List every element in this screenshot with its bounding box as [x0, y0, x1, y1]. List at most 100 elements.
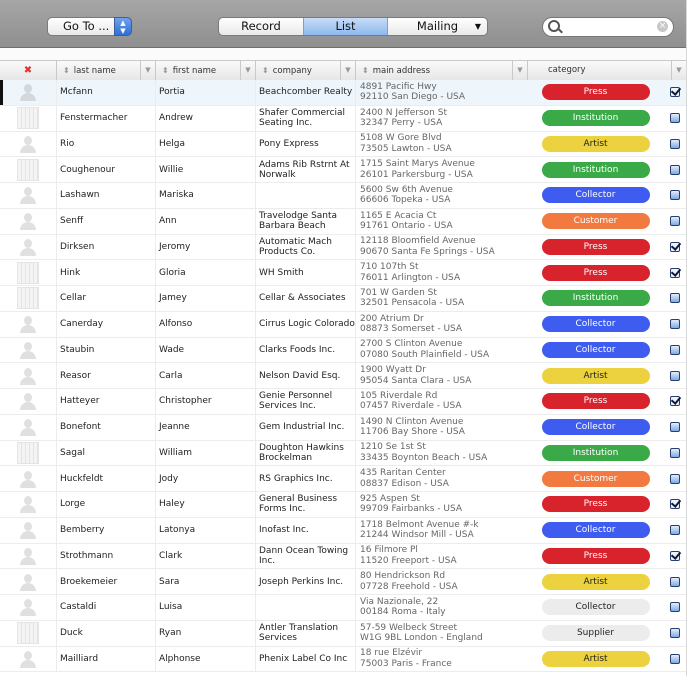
category-badge[interactable]: Artist	[541, 367, 650, 384]
table-row[interactable]: Castaldi Luisa Via Nazionale, 22 00184 Roma…	[0, 595, 686, 621]
search-field[interactable]: ×	[542, 17, 674, 37]
first-name-cell[interactable]: Latonya	[156, 517, 256, 543]
company-cell[interactable]	[256, 183, 356, 208]
row-checkbox[interactable]	[669, 473, 680, 484]
last-name-cell[interactable]: Broekemeier	[57, 569, 156, 594]
first-name-cell[interactable]: Alfonso	[156, 311, 256, 337]
column-menu-icon[interactable]: ▼	[240, 61, 255, 80]
table-row[interactable]: Reasor Carla Nelson David Esq. 1900 Wyatt D…	[0, 363, 686, 389]
last-name-cell[interactable]: Duck	[57, 620, 156, 646]
address-cell[interactable]: 1210 Se 1st St 33435 Boynton Beach - USA	[356, 441, 528, 466]
row-checkbox[interactable]	[669, 319, 680, 330]
row-checkbox[interactable]	[669, 138, 680, 149]
company-cell[interactable]: Phenix Label Co Inc	[256, 646, 356, 672]
category-badge[interactable]: Customer	[541, 470, 650, 487]
last-name-cell[interactable]: Strothmann	[57, 543, 156, 569]
category-badge[interactable]: Supplier	[541, 625, 650, 642]
company-cell[interactable]: Joseph Perkins Inc.	[256, 569, 356, 594]
address-cell[interactable]: 105 Riverdale Rd 07457 Riverdale - USA	[356, 389, 528, 414]
address-cell[interactable]: 18 rue Elzévir 75003 Paris - France	[356, 647, 528, 672]
last-name-cell[interactable]: Mailliard	[57, 646, 156, 672]
first-name-cell[interactable]: Gloria	[156, 260, 256, 285]
table-row[interactable]: Bonefont Jeanne Gem Industrial Inc. 1490 N …	[0, 414, 686, 441]
column-header-last-name[interactable]: ⬍ last name ▼	[57, 61, 156, 80]
last-name-cell[interactable]: Huckfeldt	[57, 466, 156, 491]
last-name-cell[interactable]: Reasor	[57, 363, 156, 388]
row-checkbox[interactable]	[669, 216, 680, 227]
company-cell[interactable]: Gem Industrial Inc.	[256, 414, 356, 440]
first-name-cell[interactable]: Portia	[156, 80, 256, 105]
first-name-cell[interactable]: Haley	[156, 492, 256, 517]
address-cell[interactable]: 80 Hendrickson Rd 07728 Freehold - USA	[356, 569, 528, 594]
first-name-cell[interactable]: Wade	[156, 337, 256, 363]
table-row[interactable]: Dirksen Jeromy Automatic Mach Products Co.…	[0, 234, 686, 261]
table-row[interactable]: Broekemeier Sara Joseph Perkins Inc. 80 Hen…	[0, 569, 686, 595]
clear-search-icon[interactable]: ×	[657, 21, 668, 32]
category-badge[interactable]: Collector	[541, 522, 650, 539]
first-name-cell[interactable]: Andrew	[156, 105, 256, 131]
row-checkbox[interactable]	[669, 370, 680, 381]
company-cell[interactable]: Doughton Hawkins Brockelman	[256, 440, 356, 466]
row-checkbox[interactable]	[669, 653, 680, 664]
last-name-cell[interactable]: Coughenour	[57, 157, 156, 182]
first-name-cell[interactable]: Jeromy	[156, 234, 256, 260]
company-cell[interactable]: Cirrus Logic Colorado	[256, 311, 356, 337]
address-cell[interactable]: 1490 N Clinton Avenue 11706 Bay Shore - U…	[356, 415, 528, 440]
category-badge[interactable]: Collector	[541, 187, 650, 204]
address-cell[interactable]: Via Nazionale, 22 00184 Roma - Italy	[356, 595, 528, 620]
table-row[interactable]: Lashawn Mariska 5600 Sw 6th Avenue 66606 To…	[0, 183, 686, 209]
address-cell[interactable]: 435 Raritan Center 08837 Edison - USA	[356, 466, 528, 491]
row-checkbox[interactable]	[669, 602, 680, 613]
first-name-cell[interactable]: Luisa	[156, 595, 256, 620]
category-badge[interactable]: Collector	[541, 316, 650, 333]
table-row[interactable]: Rio Helga Pony Express 5108 W Gore Blvd 7350…	[0, 131, 686, 158]
row-checkbox[interactable]	[669, 422, 680, 433]
table-row[interactable]: Canerday Alfonso Cirrus Logic Colorado 200 …	[0, 311, 686, 338]
last-name-cell[interactable]: Bemberry	[57, 517, 156, 543]
category-badge[interactable]: Institution	[541, 290, 650, 307]
company-cell[interactable]: Shafer Commercial Seating Inc.	[256, 105, 356, 131]
company-cell[interactable]: Antler Translation Services	[256, 620, 356, 646]
table-row[interactable]: Coughenour Willie Adams Rib Rstrnt At Norw…	[0, 157, 686, 183]
last-name-cell[interactable]: Rio	[57, 131, 156, 157]
address-cell[interactable]: 1165 E Acacia Ct 91761 Ontario - USA	[356, 209, 528, 234]
address-cell[interactable]: 5600 Sw 6th Avenue 66606 Topeka - USA	[356, 183, 528, 208]
last-name-cell[interactable]: Fenstermacher	[57, 105, 156, 131]
category-badge[interactable]: Institution	[541, 110, 650, 127]
table-row[interactable]: Huckfeldt Jody RS Graphics Inc. 435 Raritan…	[0, 466, 686, 492]
company-cell[interactable]: RS Graphics Inc.	[256, 466, 356, 491]
table-row[interactable]: Bemberry Latonya Inofast Inc. 1718 Belmont …	[0, 517, 686, 544]
last-name-cell[interactable]: Sagal	[57, 440, 156, 466]
category-badge[interactable]: Press	[541, 393, 650, 410]
table-row[interactable]: Mcfann Portia Beachcomber Realty 4891 Pacif…	[0, 80, 686, 106]
address-cell[interactable]: 12118 Bloomfield Avenue 90670 Santa Fe Sp…	[356, 235, 528, 260]
row-checkbox[interactable]	[669, 164, 680, 175]
address-cell[interactable]: 5108 W Gore Blvd 73505 Lawton - USA	[356, 132, 528, 157]
address-cell[interactable]: 57-59 Welbeck Street W1G 9BL London - Eng…	[356, 621, 528, 646]
column-menu-icon[interactable]: ▼	[512, 61, 527, 80]
row-checkbox[interactable]	[669, 293, 680, 304]
last-name-cell[interactable]: Cellar	[57, 286, 156, 311]
row-checkbox[interactable]	[669, 550, 680, 561]
company-cell[interactable]: Travelodge Santa Barbara Beach	[256, 208, 356, 234]
address-cell[interactable]: 1900 Wyatt Dr 95054 Santa Clara - USA	[356, 363, 528, 388]
category-badge[interactable]: Customer	[541, 213, 650, 230]
first-name-cell[interactable]: Mariska	[156, 183, 256, 208]
address-cell[interactable]: 16 Filmore Pl 11520 Freeport - USA	[356, 544, 528, 569]
row-checkbox[interactable]	[669, 344, 680, 355]
last-name-cell[interactable]: Castaldi	[57, 595, 156, 620]
column-header-main-address[interactable]: ⬍ main address ▼	[356, 61, 528, 80]
first-name-cell[interactable]: Jody	[156, 466, 256, 491]
category-badge[interactable]: Institution	[541, 161, 650, 178]
table-row[interactable]: Mailliard Alphonse Phenix Label Co Inc 18 r…	[0, 646, 686, 673]
column-menu-icon[interactable]: ▼	[671, 61, 686, 80]
goto-popup-button[interactable]: Go To ... ▲ ▼	[47, 17, 132, 36]
first-name-cell[interactable]: Helga	[156, 131, 256, 157]
table-row[interactable]: Cellar Jamey Cellar & Associates 701 W Gard…	[0, 286, 686, 312]
table-row[interactable]: Hatteyer Christopher Genie Personnel Servi…	[0, 389, 686, 415]
category-badge[interactable]: Press	[541, 84, 650, 101]
company-cell[interactable]: Inofast Inc.	[256, 517, 356, 543]
table-row[interactable]: Senff Ann Travelodge Santa Barbara Beach 11…	[0, 208, 686, 235]
table-row[interactable]: Strothmann Clark Dann Ocean Towing Inc. 16 …	[0, 543, 686, 570]
address-cell[interactable]: 710 107th St 76011 Arlington - USA	[356, 260, 528, 285]
